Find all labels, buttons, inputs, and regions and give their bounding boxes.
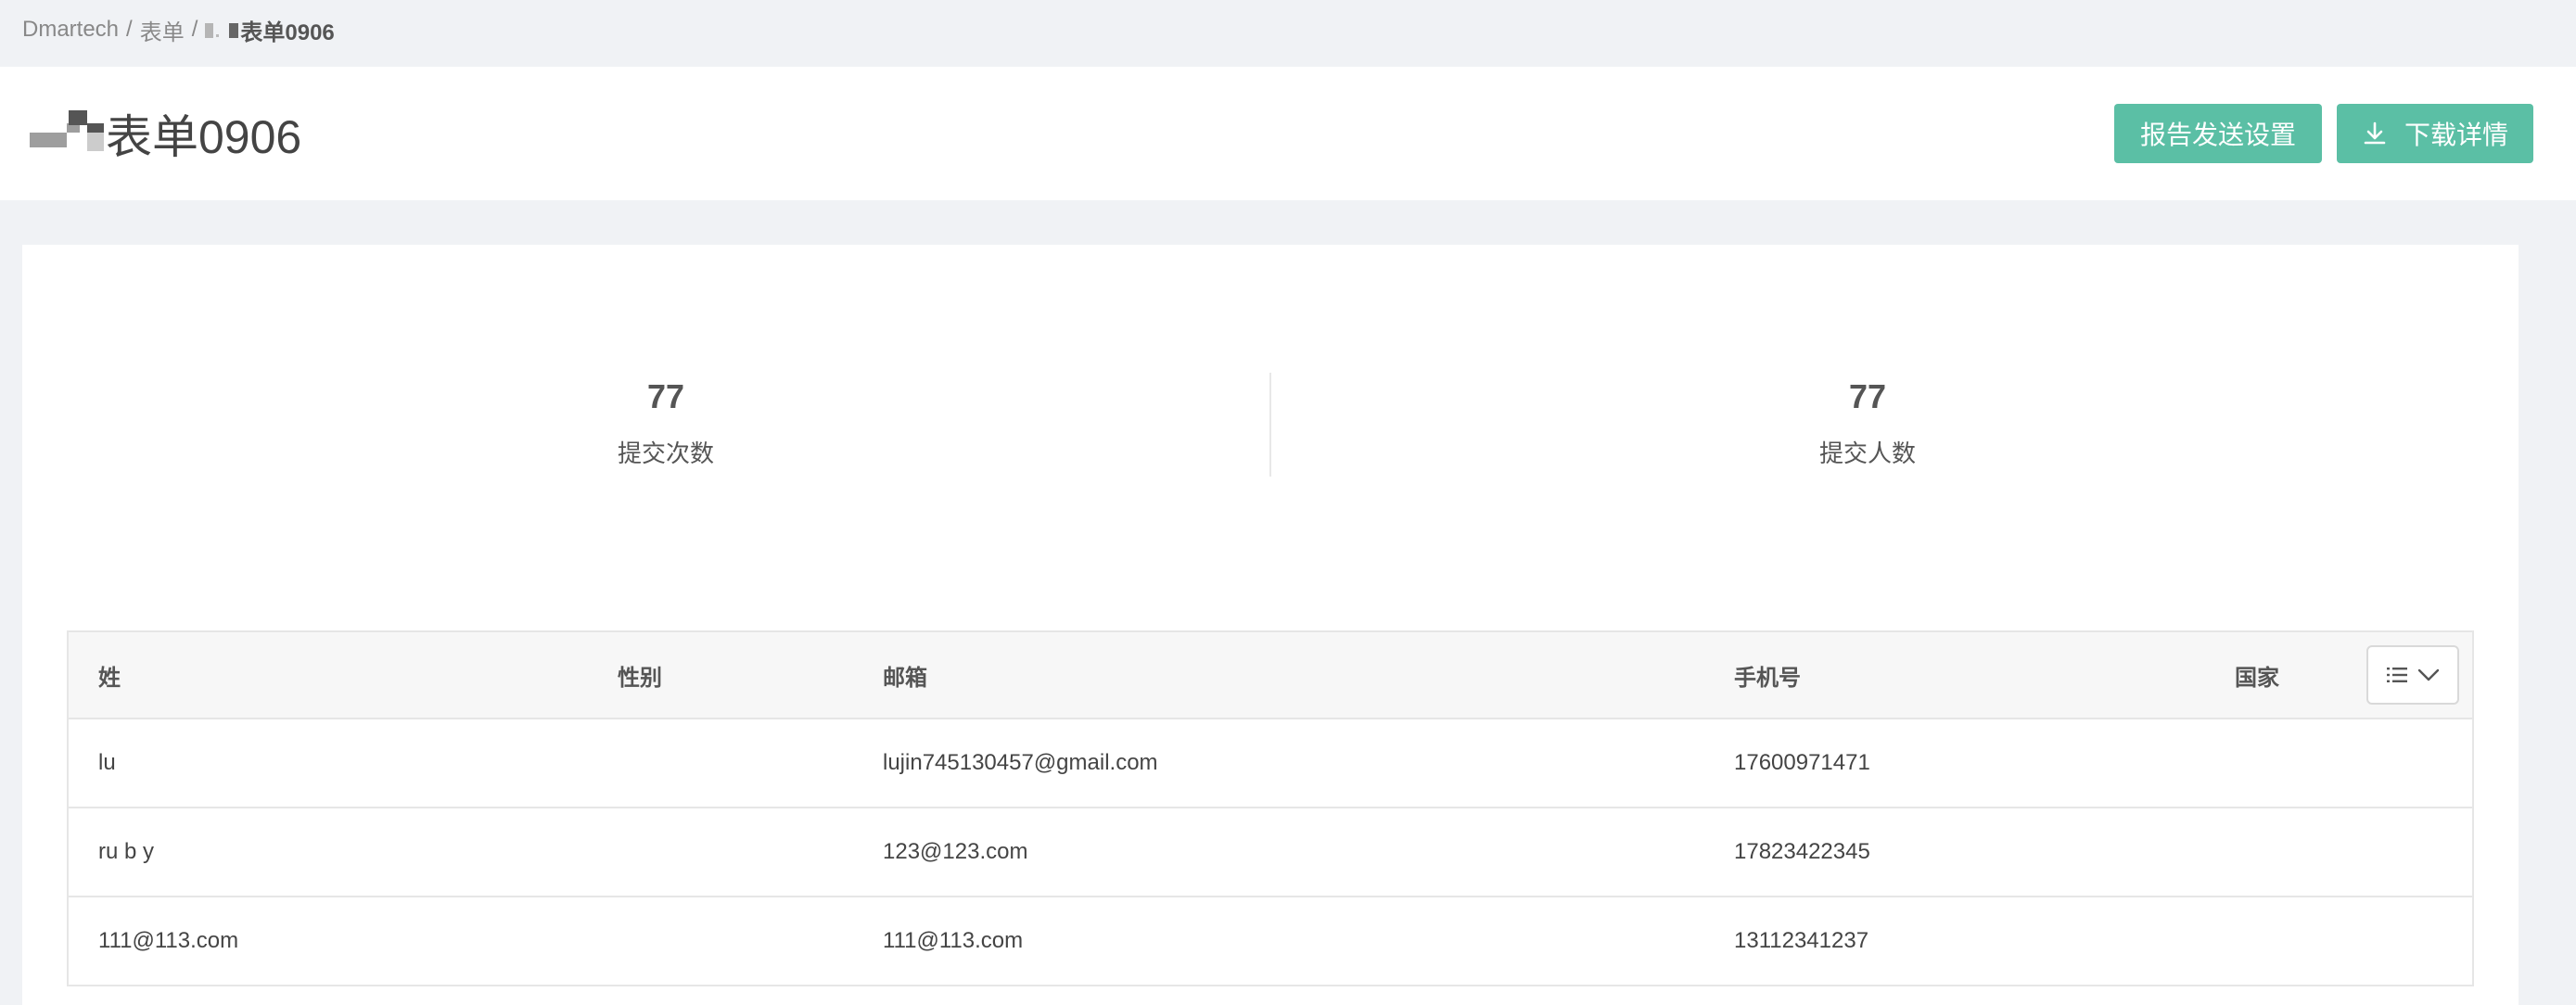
cell-phone: 17600971471: [1734, 750, 1870, 775]
report-settings-button[interactable]: 报告发送设置: [2114, 104, 2322, 163]
table-row[interactable]: ru b y 123@123.com 17823422345: [69, 808, 2472, 897]
stat-submitters: 77 提交人数: [1246, 375, 2489, 469]
cell-email: lujin745130457@gmail.com: [883, 750, 1158, 775]
cell-last-name: lu: [98, 750, 116, 775]
cell-last-name: ru b y: [98, 839, 155, 864]
column-settings-dropdown[interactable]: [2366, 645, 2459, 705]
column-header-country: 国家: [2235, 665, 2279, 691]
column-header-phone: 手机号: [1734, 665, 1801, 691]
download-details-button[interactable]: 下载详情: [2337, 104, 2533, 163]
page-title-label: 表单0906: [106, 111, 302, 163]
download-details-label: 下载详情: [2404, 121, 2508, 149]
breadcrumb-item-forms[interactable]: 表单: [140, 14, 185, 46]
table-header-row: 姓 性别 邮箱 手机号 国家: [69, 632, 2472, 719]
column-list-icon: [2387, 668, 2407, 682]
page-title: 表单0906: [30, 100, 301, 167]
stat-submissions-value: 77: [646, 377, 685, 415]
breadcrumb-separator: /: [126, 17, 133, 42]
stat-submitters-value: 77: [1848, 377, 1887, 415]
table-row[interactable]: 111@113.com 111@113.com 13112341237: [69, 897, 2472, 986]
breadcrumb-item-home[interactable]: Dmartech: [22, 17, 119, 43]
stat-submissions: 77 提交次数: [45, 375, 1287, 469]
cell-last-name: 111@113.com: [98, 928, 239, 953]
redacted-mosaic: [229, 20, 240, 39]
column-header-email: 邮箱: [883, 665, 927, 691]
cell-email: 111@113.com: [883, 928, 1024, 953]
breadcrumb-separator: /: [191, 17, 198, 42]
content-card: 77 提交次数 77 提交人数 姓 性别 邮箱 手机号 国家 lu lujin7…: [22, 245, 2519, 1005]
breadcrumb-current-label: 表单0906: [240, 19, 335, 45]
page-header: 表单0906 报告发送设置 下载详情: [0, 67, 2576, 200]
redacted-mosaic: [205, 20, 223, 39]
breadcrumb-current: 表单0906: [205, 14, 335, 46]
cell-phone: 17823422345: [1734, 839, 1870, 864]
table-row[interactable]: lu lujin745130457@gmail.com 17600971471: [69, 719, 2472, 808]
submissions-table: 姓 性别 邮箱 手机号 国家 lu lujin745130457@gmail.c…: [67, 630, 2474, 986]
column-header-gender: 性别: [618, 665, 662, 691]
stat-submissions-label: 提交次数: [617, 439, 714, 467]
download-icon: [2364, 121, 2386, 145]
breadcrumb: Dmartech / 表单 / 表单0906: [22, 13, 335, 46]
redacted-mosaic: [30, 110, 106, 157]
column-header-last-name: 姓: [98, 665, 121, 691]
cell-phone: 13112341237: [1734, 928, 1869, 953]
report-settings-label: 报告发送设置: [2139, 121, 2296, 149]
cell-email: 123@123.com: [883, 839, 1028, 864]
stat-submitters-label: 提交人数: [1818, 439, 1916, 467]
chevron-down-icon: [2417, 668, 2440, 681]
